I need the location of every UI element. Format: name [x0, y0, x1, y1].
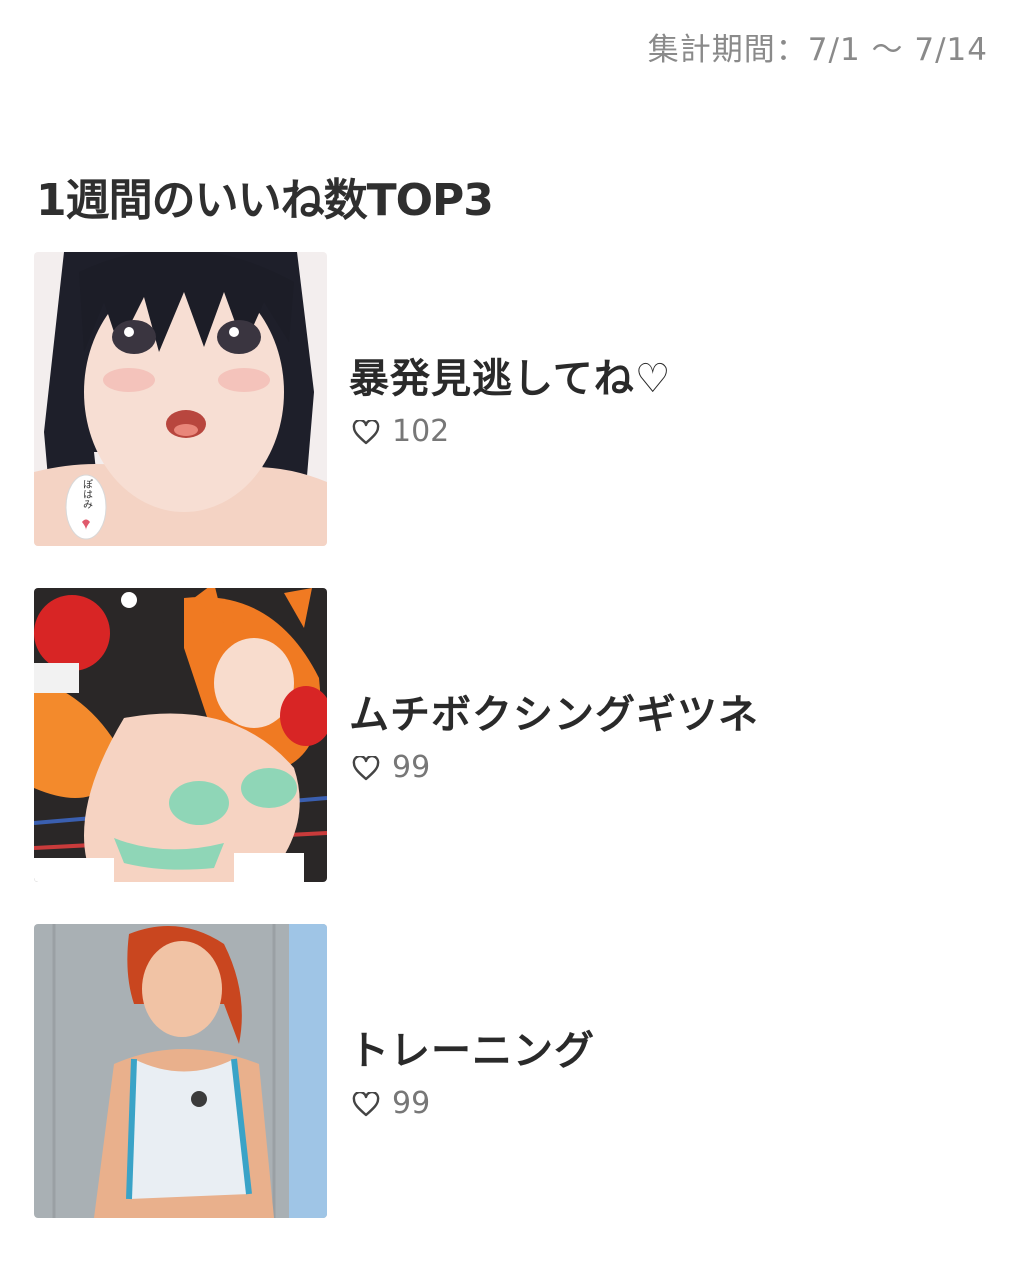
ranking-item-2[interactable]: ムチボクシングギツネ 99	[34, 588, 974, 882]
item-title[interactable]: 暴発見逃してね♡	[349, 346, 672, 404]
ranking-item-1[interactable]: ぽはみ 暴発見逃してね♡ 102	[34, 252, 974, 546]
likes-count-row: 99	[352, 750, 430, 785]
thumbnail-image[interactable]	[34, 924, 327, 1218]
likes-count-row: 102	[352, 414, 449, 449]
likes-count: 102	[392, 414, 450, 449]
thumbnail-image[interactable]: ぽはみ	[34, 252, 327, 546]
item-title[interactable]: ムチボクシングギツネ	[349, 682, 759, 740]
heart-icon[interactable]	[352, 1090, 380, 1117]
aggregation-period: 集計期間：7/1 〜 7/14	[647, 32, 988, 68]
thumbnail-image[interactable]	[34, 588, 327, 882]
section-title: 1週間のいいね数TOP3	[36, 175, 494, 226]
likes-count-row: 99	[352, 1086, 430, 1121]
likes-count: 99	[392, 750, 431, 785]
item-title[interactable]: トレーニング	[349, 1018, 595, 1076]
likes-count: 99	[392, 1086, 431, 1121]
heart-icon[interactable]	[352, 754, 380, 781]
heart-icon[interactable]	[352, 418, 380, 445]
thumbnail-caption: ぽはみ	[81, 479, 93, 509]
ranking-item-3[interactable]: トレーニング 99	[34, 924, 974, 1218]
